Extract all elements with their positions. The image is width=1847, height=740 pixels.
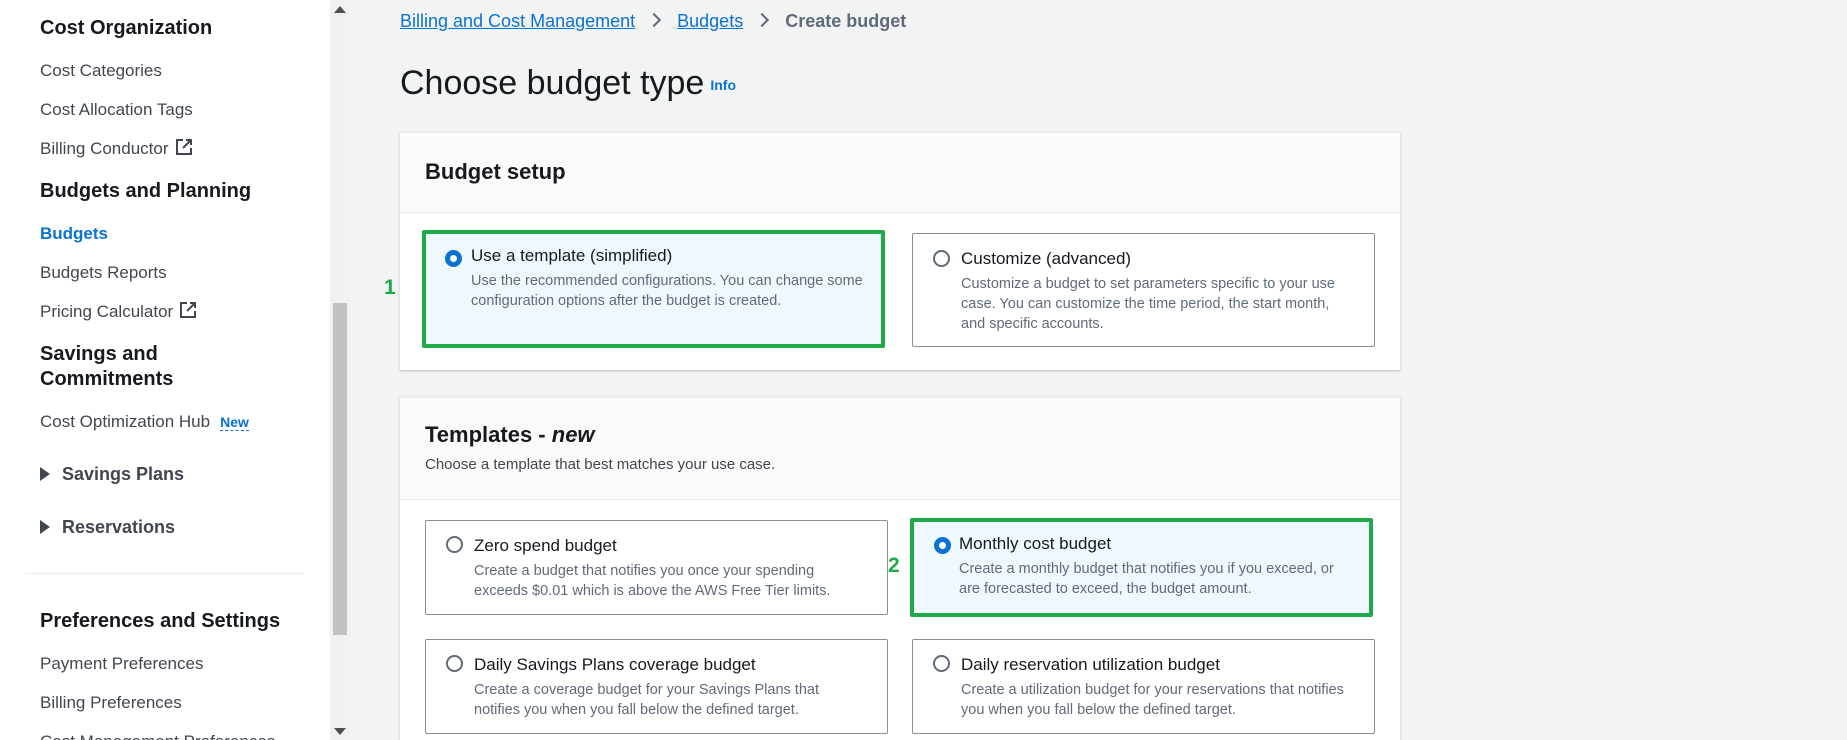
option-description: Customize a budget to set parameters spe…: [961, 276, 1335, 332]
page-title-text: Choose budget type: [400, 64, 705, 102]
nav-item-label: Billing Conductor: [40, 139, 169, 158]
option-title: Use a template (simplified): [471, 246, 673, 265]
nav-item-payment-preferences[interactable]: Payment Preferences: [40, 653, 203, 675]
nav-group-reservations[interactable]: Reservations: [40, 516, 175, 538]
nav-item-billing-conductor[interactable]: Billing Conductor: [40, 138, 193, 160]
nav-item-budgets[interactable]: Budgets: [40, 223, 108, 245]
option-title: Monthly cost budget: [959, 534, 1112, 553]
new-badge[interactable]: New: [220, 414, 249, 431]
option-customize-advanced[interactable]: Customize (advanced) Customize a budget …: [912, 233, 1375, 347]
nav-item-label: Cost Optimization Hub: [40, 412, 211, 431]
option-title: Daily reservation utilization budget: [961, 655, 1220, 674]
budget-setup-panel: Budget setup Use a template (simplified)…: [400, 132, 1400, 370]
template-zero-spend[interactable]: Zero spend budget Create a budget that n…: [425, 520, 888, 615]
radio-unselected[interactable]: [446, 536, 463, 553]
nav-group-label: Savings Plans: [62, 464, 185, 484]
scrollbar-thumb[interactable]: [333, 303, 347, 635]
nav-heading-budgets-and-planning: Budgets and Planning: [40, 180, 252, 202]
breadcrumb: Billing and Cost Management Budgets Create…: [400, 10, 906, 32]
option-description: Create a monthly budget that notifies yo…: [959, 561, 1334, 597]
template-daily-reservation-utilization[interactable]: Daily reservation utilization budget Cre…: [912, 639, 1375, 734]
option-description: Create a budget that notifies you once y…: [474, 563, 831, 599]
nav-divider: [25, 573, 304, 574]
radio-unselected[interactable]: [933, 250, 950, 267]
scroll-down-icon[interactable]: [334, 728, 346, 735]
chevron-right-icon: [755, 12, 770, 28]
page-title: Choose budget type Info: [400, 62, 736, 106]
radio-selected[interactable]: [445, 250, 462, 267]
nav-item-label: Pricing Calculator: [40, 302, 174, 321]
option-title: Customize (advanced): [961, 249, 1132, 268]
nav-item-billing-preferences[interactable]: Billing Preferences: [40, 692, 182, 714]
nav-group-savings-plans[interactable]: Savings Plans: [40, 463, 184, 485]
heading-line: Savings and: [40, 343, 158, 365]
nav-heading-cost-organization: Cost Organization: [40, 17, 213, 39]
option-description: Create a coverage budget for your Saving…: [474, 682, 819, 718]
radio-unselected[interactable]: [933, 655, 950, 672]
panel-title: Templates - new: [425, 422, 1400, 448]
nav-item-cost-management-preferences[interactable]: Cost Management Preferences: [40, 731, 275, 740]
caret-right-icon: [40, 467, 50, 481]
step-marker-1: 1: [384, 276, 396, 299]
templates-panel: Templates - new Choose a template that b…: [400, 397, 1400, 740]
option-title: Zero spend budget: [474, 536, 617, 555]
nav-group-label: Reservations: [62, 517, 176, 537]
panel-title-emphasis: new: [551, 422, 595, 447]
caret-right-icon: [40, 520, 50, 534]
panel-title-text: Templates -: [425, 422, 552, 447]
scroll-up-icon[interactable]: [334, 6, 346, 13]
chevron-right-icon: [647, 12, 662, 28]
panel-header: Templates - new Choose a template that b…: [400, 398, 1400, 500]
nav-heading-savings-and-commitments: Savings and Commitments: [40, 342, 173, 392]
radio-selected[interactable]: [934, 537, 951, 554]
side-navigation: Cost Organization Cost Categories Cost A…: [0, 0, 330, 740]
heading-line: Commitments: [40, 368, 174, 390]
nav-heading-preferences-and-settings: Preferences and Settings: [40, 610, 281, 632]
external-link-icon: [175, 139, 192, 155]
breadcrumb-billing-and-cost-management[interactable]: Billing and Cost Management: [400, 11, 635, 31]
nav-item-budgets-reports[interactable]: Budgets Reports: [40, 262, 167, 284]
nav-item-cost-optimization-hub[interactable]: Cost Optimization Hub New: [40, 411, 249, 433]
option-description: Create a utilization budget for your res…: [961, 682, 1344, 718]
template-monthly-cost[interactable]: Monthly cost budget Create a monthly bud…: [910, 518, 1373, 617]
template-daily-savings-plans-coverage[interactable]: Daily Savings Plans coverage budget Crea…: [425, 639, 888, 734]
panel-title: Budget setup: [425, 159, 566, 184]
option-description: Use the recommended configurations. You …: [471, 273, 863, 309]
nav-item-cost-categories[interactable]: Cost Categories: [40, 60, 162, 82]
nav-item-cost-allocation-tags[interactable]: Cost Allocation Tags: [40, 99, 193, 121]
breadcrumb-budgets[interactable]: Budgets: [677, 11, 743, 31]
external-link-icon: [180, 302, 197, 318]
option-title: Daily Savings Plans coverage budget: [474, 655, 756, 674]
panel-header: Budget setup: [400, 133, 1400, 213]
step-marker-2: 2: [888, 554, 900, 577]
breadcrumb-current: Create budget: [785, 11, 907, 31]
nav-item-pricing-calculator[interactable]: Pricing Calculator: [40, 301, 197, 323]
radio-unselected[interactable]: [446, 655, 463, 672]
info-link[interactable]: Info: [710, 77, 736, 93]
panel-subtitle: Choose a template that best matches your…: [425, 456, 776, 473]
option-use-template[interactable]: Use a template (simplified) Use the reco…: [422, 230, 885, 348]
